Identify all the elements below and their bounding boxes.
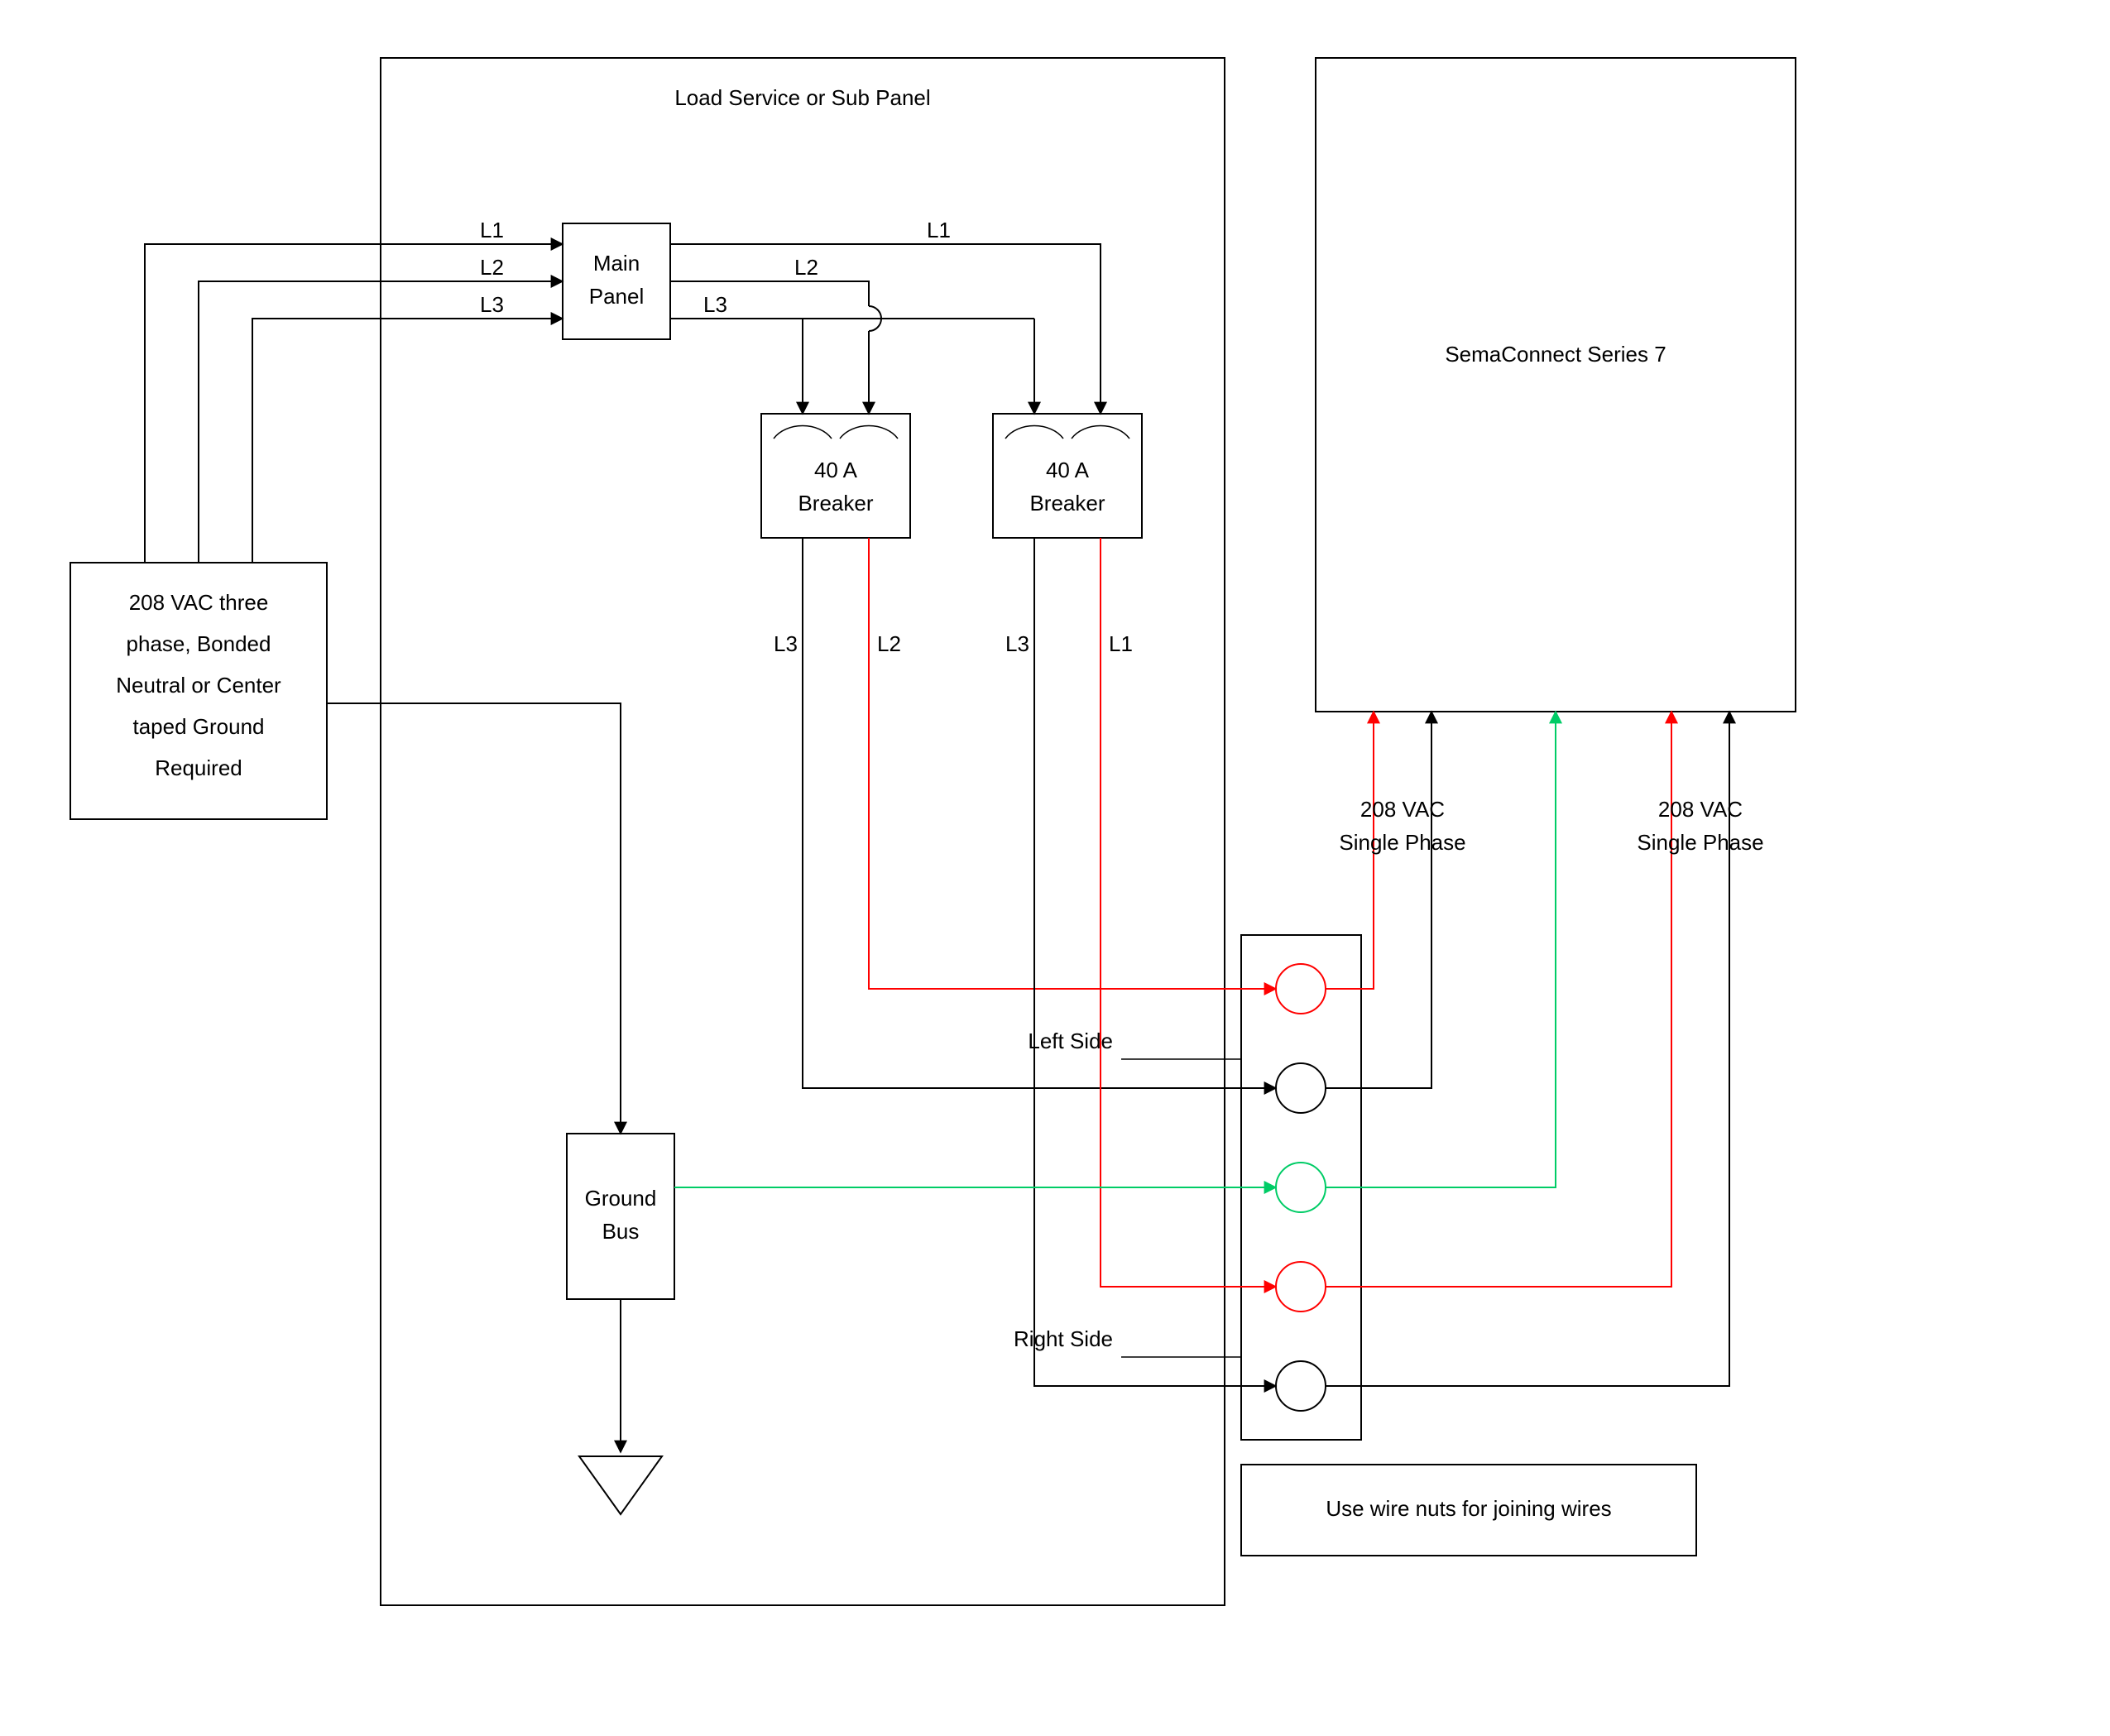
label-supply-l2: L2 <box>480 255 504 280</box>
wire-nut3-sema <box>1326 712 1556 1187</box>
ground-bus-box <box>567 1134 674 1299</box>
main-panel-line2: Panel <box>589 284 645 309</box>
wirenut-1 <box>1276 964 1326 1014</box>
panel-title: Load Service or Sub Panel <box>674 85 930 110</box>
supply-line2: phase, Bonded <box>127 631 271 656</box>
main-panel-line1: Main <box>593 251 640 276</box>
wire-nuts-note: Use wire nuts for joining wires <box>1326 1496 1611 1521</box>
earth-symbol-icon <box>579 1456 662 1514</box>
supply-line3: Neutral or Center <box>116 673 281 698</box>
phase-left-2: Single Phase <box>1339 830 1465 855</box>
wirenut-3 <box>1276 1163 1326 1212</box>
wire-mp-l1 <box>670 244 1101 414</box>
wire-mp-l2-a <box>670 281 869 306</box>
wire-supply-l3 <box>252 319 563 563</box>
wirenut-4 <box>1276 1262 1326 1312</box>
phase-right-1: 208 VAC <box>1658 797 1743 822</box>
breaker-left-line2: Breaker <box>798 491 873 516</box>
sema-label: SemaConnect Series 7 <box>1445 342 1666 367</box>
phase-right-2: Single Phase <box>1637 830 1763 855</box>
label-bl-l2: L2 <box>877 631 901 656</box>
sema-box <box>1316 58 1796 712</box>
wirenut-5 <box>1276 1361 1326 1411</box>
ground-bus-line1: Ground <box>585 1186 657 1211</box>
breaker-left-arc1 <box>774 426 832 439</box>
wire-bl-l2 <box>869 538 1276 989</box>
label-br-l1: L1 <box>1109 631 1133 656</box>
breaker-left-line1: 40 A <box>814 458 858 482</box>
breaker-right-line1: 40 A <box>1046 458 1090 482</box>
label-mp-l1: L1 <box>927 218 951 242</box>
label-mp-l3: L3 <box>703 292 727 317</box>
label-supply-l1: L1 <box>480 218 504 242</box>
wire-nut2-sema <box>1326 712 1431 1088</box>
wire-br-l3 <box>1034 538 1276 1386</box>
label-mp-l2: L2 <box>794 255 818 280</box>
ground-bus-line2: Bus <box>602 1219 640 1244</box>
label-supply-l3: L3 <box>480 292 504 317</box>
wire-bl-l3 <box>803 538 1276 1088</box>
breaker-left-arc2 <box>840 426 898 439</box>
supply-line1: 208 VAC three <box>129 590 269 615</box>
supply-line4: taped Ground <box>132 714 264 739</box>
label-right-side: Right Side <box>1014 1326 1113 1351</box>
wiring-diagram: Load Service or Sub Panel 208 VAC three … <box>0 0 2110 1736</box>
main-panel-box <box>563 223 670 339</box>
wirenut-2 <box>1276 1063 1326 1113</box>
wire-ground-in <box>327 703 621 1134</box>
breaker-right-arc1 <box>1005 426 1063 439</box>
label-bl-l3: L3 <box>774 631 798 656</box>
breaker-right-line2: Breaker <box>1029 491 1105 516</box>
supply-line5: Required <box>155 755 242 780</box>
label-br-l3: L3 <box>1005 631 1029 656</box>
breaker-right-arc2 <box>1072 426 1129 439</box>
phase-left-1: 208 VAC <box>1360 797 1445 822</box>
